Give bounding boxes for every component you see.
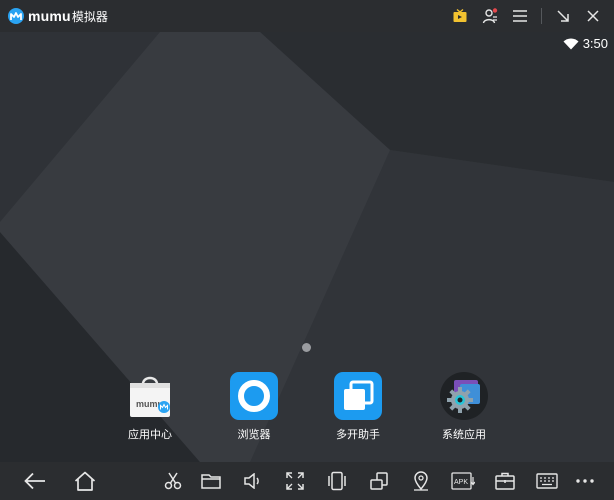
system-apps-icon [440,372,488,420]
mumu-logo-icon [8,8,24,24]
fullscreen-icon [286,472,304,490]
location-button[interactable] [400,462,442,500]
brand-name: mumu [28,8,71,24]
bottom-toolbar: APK [0,462,614,500]
app-label: 系统应用 [442,429,486,441]
app-logo: mumu 模拟器 [8,8,108,25]
menu-icon [513,10,527,22]
apk-install-icon: APK [451,472,475,490]
location-icon [414,471,428,491]
apk-install-button[interactable]: APK [442,462,484,500]
multi-instance-icon [334,372,382,420]
back-button[interactable] [15,462,55,500]
volume-icon [244,473,259,489]
app-browser[interactable]: 浏览器 [214,372,294,442]
scissors-icon [164,472,182,490]
toolbox-icon [495,472,515,490]
android-screen[interactable]: 3:50 mumu 应用中心 浏览器 多开助手 系统应用 [0,32,614,462]
close-icon [587,10,599,22]
minimize-button[interactable] [548,0,578,32]
volume-button[interactable] [232,462,274,500]
status-bar: 3:50 [563,36,608,51]
apk-label: APK [454,479,468,486]
app-multi-instance[interactable]: 多开助手 [318,372,398,442]
app-label: 浏览器 [237,429,271,441]
app-center-icon: mumu [126,372,174,420]
keyboard-button[interactable] [526,462,568,500]
tv-button[interactable] [445,0,475,32]
more-icon [576,479,594,483]
browser-icon [230,372,278,420]
home-button[interactable] [65,462,105,500]
close-button[interactable] [578,0,608,32]
toolbox-button[interactable] [484,462,526,500]
app-label: 多开助手 [336,429,380,441]
shake-button[interactable] [316,462,358,500]
rotate-icon [370,472,388,490]
brand-subtitle: 模拟器 [71,9,108,24]
tv-icon [453,8,467,22]
screenshot-button[interactable] [156,462,190,500]
app-app-center[interactable]: mumu 应用中心 [110,372,190,442]
app-system-apps[interactable]: 系统应用 [424,372,504,442]
rotate-button[interactable] [358,462,400,500]
wifi-icon [563,38,579,49]
app-label: 应用中心 [128,429,172,441]
account-button[interactable] [475,0,505,32]
keyboard-icon [536,473,558,489]
fullscreen-button[interactable] [274,462,316,500]
more-button[interactable] [568,462,602,500]
status-time: 3:50 [582,36,608,51]
home-icon [74,471,96,491]
account-icon [482,8,498,24]
page-indicator [302,343,311,352]
shake-icon [328,471,346,491]
folder-icon [201,474,221,489]
wallpaper [0,32,614,462]
title-bar: mumu 模拟器 [0,0,614,32]
menu-button[interactable] [505,0,535,32]
back-icon [24,472,45,490]
titlebar-divider [541,8,542,24]
minimize-icon [557,10,569,22]
file-share-button[interactable] [190,462,232,500]
